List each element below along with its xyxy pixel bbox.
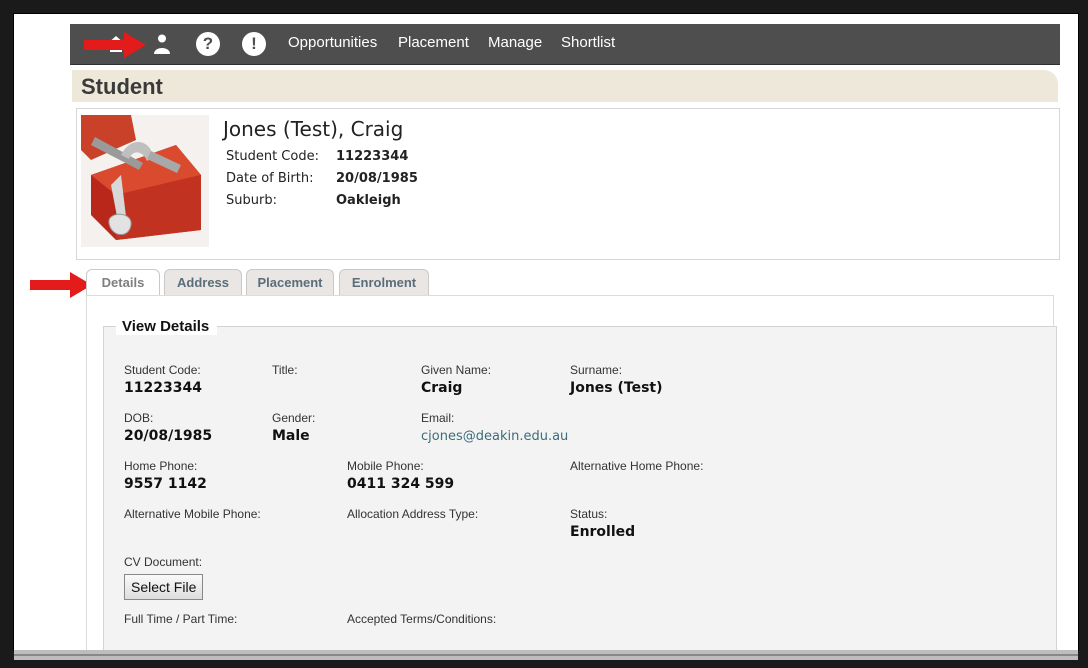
window-bottom-edge	[14, 650, 1078, 660]
surname-value: Jones (Test)	[570, 380, 663, 396]
arrow-annotation-user	[84, 32, 146, 58]
given-name-value: Craig	[421, 380, 463, 396]
email-label: Email:	[421, 411, 455, 425]
full-part-time-label: Full Time / Part Time:	[124, 612, 238, 626]
email-link[interactable]: cjones@deakin.edu.au	[421, 429, 568, 444]
page-header: Student	[72, 70, 1058, 102]
tab-placement[interactable]: Placement	[246, 269, 334, 296]
nav-link-shortlist[interactable]: Shortlist	[561, 34, 615, 51]
home-phone-label: Home Phone:	[124, 459, 198, 473]
dob-value: 20/08/1985	[124, 428, 213, 444]
nav-link-manage[interactable]: Manage	[488, 34, 542, 51]
allocation-address-type-label: Allocation Address Type:	[347, 507, 479, 521]
student-suburb-value: Oakleigh	[336, 193, 401, 208]
home-phone-value: 9557 1142	[124, 476, 207, 492]
app-window: ? ! Opportunities Placement Manage Short…	[14, 14, 1078, 650]
page-title: Student	[81, 74, 163, 99]
alert-icon[interactable]: !	[242, 32, 266, 56]
nav-link-placement[interactable]: Placement	[398, 34, 469, 51]
surname-label: Surname:	[570, 363, 623, 377]
tab-address[interactable]: Address	[164, 269, 242, 296]
arrow-annotation-details	[30, 272, 92, 298]
student-code-value: 11223344	[336, 149, 409, 164]
alt-home-phone-label: Alternative Home Phone:	[570, 459, 704, 473]
top-nav: ? ! Opportunities Placement Manage Short…	[70, 24, 1060, 65]
given-name-label: Given Name:	[421, 363, 492, 377]
status-value: Enrolled	[570, 524, 636, 540]
title-label: Title:	[272, 363, 298, 377]
student-code-row: Student Code: 11223344	[226, 149, 408, 164]
student-suburb-label: Suburb:	[226, 193, 277, 208]
student-dob-label: Date of Birth:	[226, 171, 314, 186]
student-code-value: 11223344	[124, 380, 202, 396]
tab-enrolment[interactable]: Enrolment	[339, 269, 429, 296]
view-details-fieldset: View Details Student Code: 11223344 Titl…	[103, 318, 1057, 650]
user-icon[interactable]	[150, 32, 174, 56]
mobile-phone-value: 0411 324 599	[347, 476, 455, 492]
student-suburb-row: Suburb: Oakleigh	[226, 193, 401, 208]
help-icon[interactable]: ?	[196, 32, 220, 56]
cv-document-label: CV Document:	[124, 555, 203, 569]
student-summary: Jones (Test), Craig Student Code: 112233…	[76, 108, 1060, 260]
gender-label: Gender:	[272, 411, 316, 425]
details-panel: View Details Student Code: 11223344 Titl…	[86, 295, 1057, 650]
student-dob-value: 20/08/1985	[336, 171, 418, 186]
status-label: Status:	[570, 507, 608, 521]
view-details-legend: View Details	[116, 318, 218, 335]
gender-value: Male	[272, 428, 310, 444]
student-name: Jones (Test), Craig	[223, 117, 404, 141]
select-file-button[interactable]: Select File	[124, 574, 204, 600]
dob-label: DOB:	[124, 411, 154, 425]
student-code-label: Student Code:	[226, 149, 319, 164]
student-dob-row: Date of Birth: 20/08/1985	[226, 171, 418, 186]
nav-link-opportunities[interactable]: Opportunities	[288, 34, 377, 51]
accepted-terms-label: Accepted Terms/Conditions:	[347, 612, 497, 626]
student-code-label: Student Code:	[124, 363, 201, 377]
alt-mobile-phone-label: Alternative Mobile Phone:	[124, 507, 261, 521]
mobile-phone-label: Mobile Phone:	[347, 459, 424, 473]
tab-details[interactable]: Details	[86, 269, 160, 297]
student-photo	[81, 115, 209, 247]
